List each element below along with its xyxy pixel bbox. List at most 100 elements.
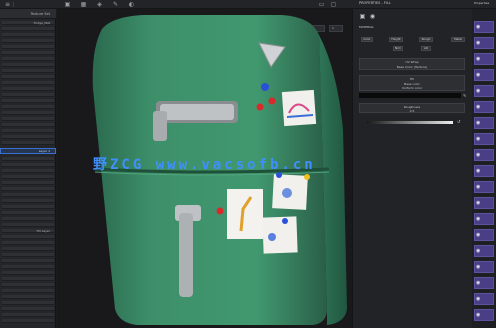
- list-item[interactable]: [2, 111, 54, 115]
- list-item[interactable]: Fridge_Mat: [2, 21, 54, 25]
- eyedropper-icon[interactable]: ✎: [463, 93, 467, 98]
- layer-thumbnail[interactable]: ◉: [474, 261, 494, 273]
- window-icon[interactable]: ▭: [318, 1, 325, 8]
- list-item[interactable]: [2, 141, 54, 145]
- layer-thumbnail[interactable]: ◉: [474, 309, 494, 321]
- eye-icon[interactable]: ◉: [476, 312, 482, 318]
- view-icon[interactable]: ▢: [330, 1, 337, 8]
- eye-icon[interactable]: ◉: [476, 264, 482, 270]
- material-icon[interactable]: ◉: [369, 13, 376, 20]
- list-item[interactable]: [2, 307, 54, 311]
- list-item[interactable]: [2, 57, 54, 61]
- normal-channel-button[interactable]: Nrm: [393, 46, 403, 51]
- eye-icon[interactable]: ◉: [476, 280, 482, 286]
- layer-thumbnail[interactable]: ◉: [474, 69, 494, 81]
- layer-thumbnail[interactable]: ◉: [474, 181, 494, 193]
- roughness-channel-button[interactable]: Rough: [419, 37, 433, 42]
- metal-channel-button[interactable]: Metal: [451, 37, 465, 42]
- layer-thumbnail[interactable]: ◉: [474, 117, 494, 129]
- list-item[interactable]: [2, 205, 54, 209]
- list-item[interactable]: [2, 45, 54, 49]
- eye-icon[interactable]: ◉: [476, 120, 482, 126]
- uv-wrap-block[interactable]: UV Wrap Base Color (Texture): [359, 58, 465, 70]
- list-item[interactable]: [2, 283, 54, 287]
- properties-tab[interactable]: PROPERTIES - FILL: [359, 1, 391, 5]
- list-item[interactable]: [2, 87, 54, 91]
- layer-thumbnail[interactable]: ◉: [474, 133, 494, 145]
- list-item[interactable]: [2, 319, 54, 323]
- settings-icon[interactable]: ◐: [128, 1, 135, 8]
- list-item[interactable]: [2, 301, 54, 305]
- list-item[interactable]: Fill Layer: [2, 229, 54, 233]
- 3d-viewport[interactable]: Material ▾ 1: [57, 9, 352, 328]
- list-item[interactable]: [2, 295, 54, 299]
- ao-channel-button[interactable]: AO: [421, 46, 431, 51]
- list-item[interactable]: [2, 313, 54, 317]
- list-item[interactable]: [2, 27, 54, 31]
- list-item[interactable]: [2, 163, 54, 167]
- eye-icon[interactable]: ◉: [476, 24, 482, 30]
- list-item[interactable]: [2, 51, 54, 55]
- fill-block[interactable]: Fill Base color Uniform color: [359, 75, 465, 91]
- eye-icon[interactable]: ◉: [476, 72, 482, 78]
- layer-thumbnail[interactable]: ◉: [474, 293, 494, 305]
- list-item[interactable]: [2, 241, 54, 245]
- eye-icon[interactable]: ◉: [476, 40, 482, 46]
- list-item[interactable]: [2, 181, 54, 185]
- eye-icon[interactable]: ◉: [476, 152, 482, 158]
- list-item[interactable]: [2, 129, 54, 133]
- list-item[interactable]: [2, 187, 54, 191]
- layer-thumbnail[interactable]: ◉: [474, 149, 494, 161]
- eye-icon[interactable]: ◉: [476, 248, 482, 254]
- list-item[interactable]: [2, 63, 54, 67]
- list-item[interactable]: [2, 289, 54, 293]
- grid-icon[interactable]: ▦: [80, 1, 87, 8]
- color-channel-button[interactable]: Color: [361, 37, 373, 42]
- list-item[interactable]: [2, 223, 54, 227]
- paint-icon[interactable]: ▣: [64, 1, 71, 8]
- strip-tab[interactable]: Properties: [474, 1, 489, 5]
- eye-icon[interactable]: ◉: [476, 56, 482, 62]
- list-item[interactable]: [2, 253, 54, 257]
- list-item[interactable]: [2, 135, 54, 139]
- list-item[interactable]: [2, 193, 54, 197]
- list-item[interactable]: [2, 169, 54, 173]
- brush-icon[interactable]: ✎: [112, 1, 119, 8]
- layer-thumbnail[interactable]: ◉: [474, 165, 494, 177]
- reset-icon[interactable]: ↺: [457, 119, 462, 124]
- roughness-slider[interactable]: [367, 121, 453, 124]
- list-item[interactable]: [2, 33, 54, 37]
- layer-thumbnail[interactable]: ◉: [474, 197, 494, 209]
- list-item[interactable]: [2, 117, 54, 121]
- layer-thumbnail[interactable]: ◉: [474, 85, 494, 97]
- eye-icon[interactable]: ◉: [476, 216, 482, 222]
- eye-icon[interactable]: ◉: [476, 88, 482, 94]
- height-channel-button[interactable]: Height: [389, 37, 403, 42]
- list-item[interactable]: [2, 39, 54, 43]
- layer-thumbnail[interactable]: ◉: [474, 213, 494, 225]
- layer-thumbnail[interactable]: ◉: [474, 37, 494, 49]
- list-item[interactable]: [2, 235, 54, 239]
- color-swatch[interactable]: [359, 93, 461, 98]
- layer-thumbnail[interactable]: ◉: [474, 53, 494, 65]
- roughness-block[interactable]: Roughness 0.5: [359, 103, 465, 113]
- eye-icon[interactable]: ◉: [476, 104, 482, 110]
- list-item[interactable]: [2, 277, 54, 281]
- layer-thumbnail[interactable]: ◉: [474, 101, 494, 113]
- list-item[interactable]: [2, 99, 54, 103]
- eye-icon[interactable]: ◉: [476, 296, 482, 302]
- list-item[interactable]: [2, 175, 54, 179]
- list-item[interactable]: [2, 123, 54, 127]
- list-item[interactable]: [2, 81, 54, 85]
- eye-icon[interactable]: ◉: [476, 184, 482, 190]
- list-item[interactable]: [2, 211, 54, 215]
- eye-icon[interactable]: ◉: [476, 136, 482, 142]
- list-item[interactable]: [2, 259, 54, 263]
- list-item[interactable]: [2, 93, 54, 97]
- list-item[interactable]: [2, 157, 54, 161]
- list-item[interactable]: [2, 105, 54, 109]
- eye-icon[interactable]: ◉: [476, 200, 482, 206]
- list-item[interactable]: [2, 217, 54, 221]
- layer-thumbnail[interactable]: ◉: [474, 245, 494, 257]
- list-item[interactable]: [2, 271, 54, 275]
